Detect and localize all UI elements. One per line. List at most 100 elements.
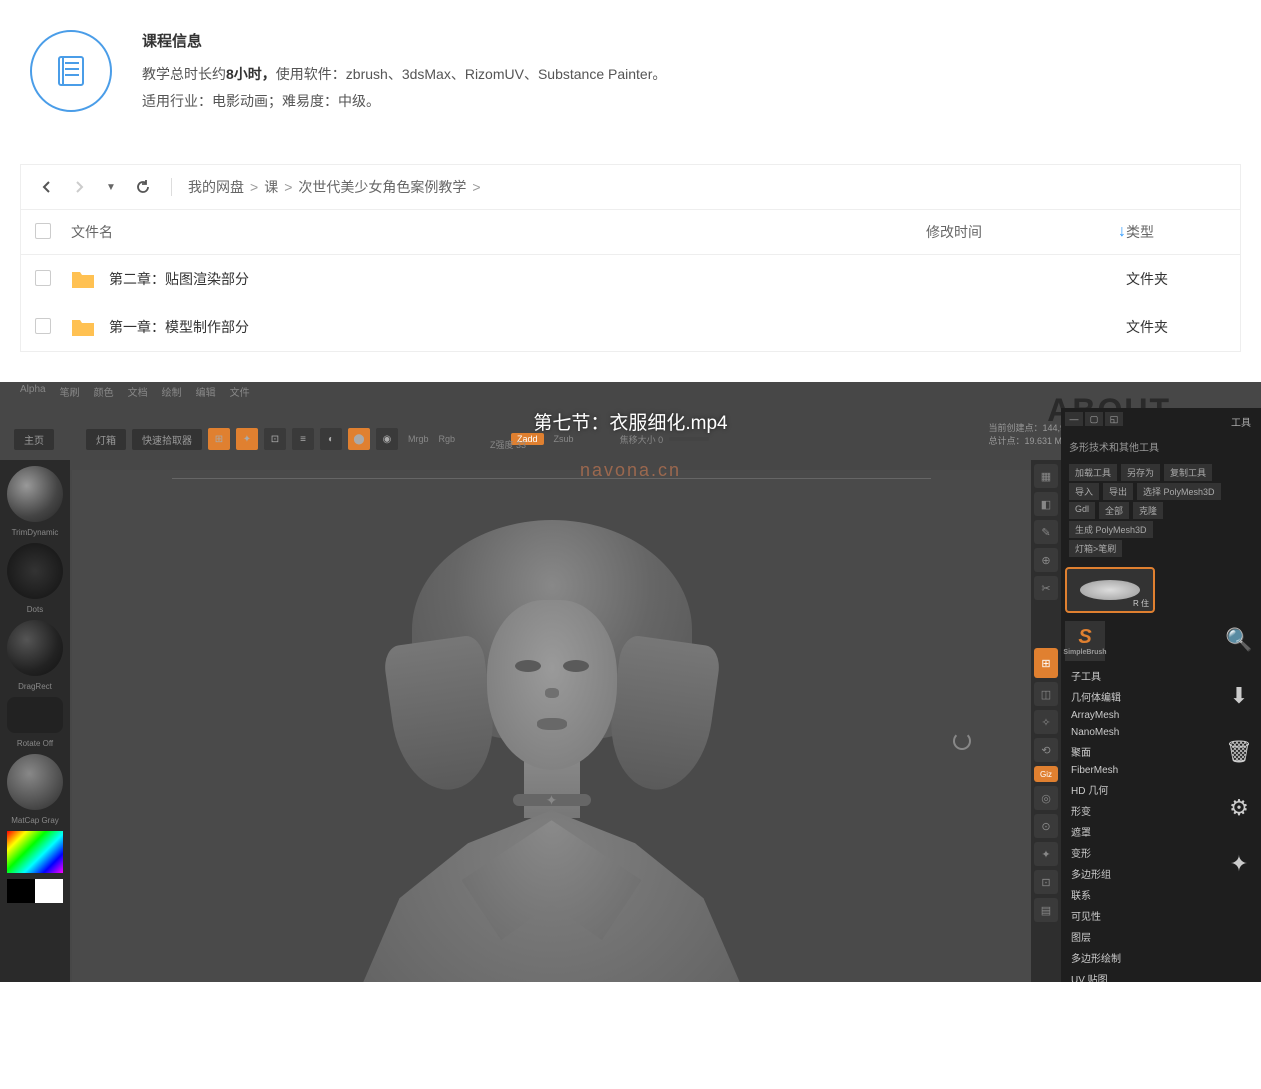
crumb-1[interactable]: 课: [264, 177, 278, 197]
dropdown-button[interactable]: ▼: [99, 175, 123, 199]
column-time[interactable]: 修改时间 ↓: [926, 222, 1126, 242]
rt-btn[interactable]: ⊡: [1034, 870, 1058, 894]
file-type: 文件夹: [1126, 269, 1226, 289]
copy-btn[interactable]: 复制工具: [1164, 464, 1212, 481]
zbrush-viewport[interactable]: [72, 470, 1031, 982]
rt-btn[interactable]: ✎: [1034, 520, 1058, 544]
menu-item[interactable]: 文档: [128, 384, 148, 398]
brush-name: TrimDynamic: [0, 528, 70, 537]
forward-button[interactable]: [67, 175, 91, 199]
restore-icon[interactable]: ◱: [1105, 412, 1123, 426]
zsub-label[interactable]: Zsub: [554, 434, 574, 444]
rt-btn[interactable]: ◧: [1034, 492, 1058, 516]
rt-giz-button[interactable]: Giz: [1034, 766, 1058, 782]
row-checkbox[interactable]: [35, 318, 51, 334]
watermark: navona.cn: [580, 460, 681, 481]
rt-btn-active[interactable]: ⊞: [1034, 648, 1058, 678]
menu-item[interactable]: Alpha: [20, 384, 46, 398]
star-icon[interactable]: ✦: [1221, 846, 1257, 882]
import-btn[interactable]: 导入: [1069, 483, 1099, 500]
sort-arrow-icon: ↓: [1118, 223, 1126, 241]
submenu-item[interactable]: 多边形绘制: [1061, 947, 1261, 968]
minimize-icon[interactable]: —: [1065, 412, 1083, 426]
column-time-label: 修改时间: [926, 222, 982, 242]
gdl-btn[interactable]: Gdl: [1069, 502, 1095, 519]
pm3d-btn[interactable]: 选择 PolyMesh3D: [1137, 483, 1221, 500]
maximize-icon[interactable]: ▢: [1085, 412, 1103, 426]
saveas-btn[interactable]: 另存为: [1121, 464, 1160, 481]
menu-item[interactable]: 绘制: [162, 384, 182, 398]
color-picker[interactable]: [7, 831, 63, 873]
settings-icon[interactable]: ⚙: [1221, 790, 1257, 826]
tool-btn-6[interactable]: ⬤: [348, 428, 370, 450]
tab-lightbox[interactable]: 灯箱: [86, 429, 126, 450]
search-icon[interactable]: 🔍: [1221, 622, 1257, 658]
zbrush-left-panel: TrimDynamic Dots DragRect Rotate Off Mat…: [0, 460, 70, 982]
table-row[interactable]: 第一章：模型制作部分 文件夹: [21, 303, 1240, 351]
rt-btn[interactable]: ⊕: [1034, 548, 1058, 572]
tool-btn-5[interactable]: ◐: [320, 428, 342, 450]
lightbox-brush-btn[interactable]: 灯箱>笔刷: [1069, 540, 1122, 557]
table-row[interactable]: 第二章：贴图渲染部分 文件夹: [21, 255, 1240, 303]
mrgb-label[interactable]: Mrgb: [408, 434, 429, 444]
tab-quickpick[interactable]: 快速拾取器: [132, 429, 202, 450]
rt-btn[interactable]: ◎: [1034, 786, 1058, 810]
zintensity-label[interactable]: Z强度 33: [490, 438, 526, 451]
stroke-preview[interactable]: [7, 543, 63, 599]
menu-item[interactable]: 编辑: [196, 384, 216, 398]
browser-toolbar: ▼ 我的网盘 > 课 > 次世代美少女角色案例教学 >: [21, 165, 1240, 210]
rgb-label[interactable]: Rgb: [439, 434, 456, 444]
row-checkbox[interactable]: [35, 270, 51, 286]
tool-btn-1[interactable]: ⊞: [208, 428, 230, 450]
panel-header: 多形技术和其他工具: [1061, 435, 1261, 458]
color-swatches[interactable]: [7, 879, 63, 903]
rt-btn[interactable]: ⊙: [1034, 814, 1058, 838]
submenu-item[interactable]: 图层: [1061, 926, 1261, 947]
refresh-button[interactable]: [131, 175, 155, 199]
makepm-btn[interactable]: 生成 PolyMesh3D: [1069, 521, 1153, 538]
menu-item[interactable]: 文件: [230, 384, 250, 398]
rt-btn[interactable]: ✧: [1034, 710, 1058, 734]
rt-btn[interactable]: ▤: [1034, 898, 1058, 922]
alpha-name: DragRect: [0, 682, 70, 691]
crumb-2[interactable]: 次世代美少女角色案例教学: [298, 177, 466, 197]
rt-btn[interactable]: ◫: [1034, 682, 1058, 706]
active-tool-thumb[interactable]: R 住: [1065, 567, 1155, 613]
clone-btn[interactable]: 克隆: [1133, 502, 1163, 519]
submenu-item[interactable]: 可见性: [1061, 905, 1261, 926]
menu-item[interactable]: 颜色: [94, 384, 114, 398]
all-btn[interactable]: 全部: [1099, 502, 1129, 519]
tool-btn-3[interactable]: ⊡: [264, 428, 286, 450]
export-btn[interactable]: 导出: [1103, 483, 1133, 500]
select-all-checkbox[interactable]: [35, 223, 51, 239]
rt-btn[interactable]: ▦: [1034, 464, 1058, 488]
tool-btn-2[interactable]: ✦: [236, 428, 258, 450]
simplebrush-label: SimpleBrush: [1063, 649, 1106, 656]
column-type[interactable]: 类型: [1126, 222, 1226, 242]
duration-value: 8小时，: [226, 66, 276, 82]
back-button[interactable]: [35, 175, 59, 199]
rt-btn[interactable]: ✂: [1034, 576, 1058, 600]
menu-item[interactable]: 笔刷: [60, 384, 80, 398]
submenu-item[interactable]: UV 贴图: [1061, 968, 1261, 982]
rt-btn[interactable]: ✦: [1034, 842, 1058, 866]
submenu-item[interactable]: 联系: [1061, 884, 1261, 905]
focal-slider[interactable]: [669, 437, 709, 441]
column-name[interactable]: 文件名: [71, 222, 926, 242]
load-tool-btn[interactable]: 加载工具: [1069, 464, 1117, 481]
delete-icon[interactable]: 🗑: [1221, 734, 1257, 770]
tab-home[interactable]: 主页: [14, 429, 54, 450]
brush-preview[interactable]: [7, 466, 63, 522]
rt-btn[interactable]: ⟲: [1034, 738, 1058, 762]
crumb-root[interactable]: 我的网盘: [188, 177, 244, 197]
tool-btn-4[interactable]: ≡: [292, 428, 314, 450]
material-preview[interactable]: [7, 754, 63, 810]
crumb-sep: >: [250, 179, 258, 195]
alpha-preview[interactable]: [7, 620, 63, 676]
folder-icon: [71, 317, 95, 337]
stroke-name: Dots: [0, 605, 70, 614]
download-icon[interactable]: ⬇: [1221, 678, 1257, 714]
simplebrush-icon[interactable]: S SimpleBrush: [1065, 621, 1105, 661]
tool-btn-7[interactable]: ◉: [376, 428, 398, 450]
texture-preview[interactable]: [7, 697, 63, 733]
